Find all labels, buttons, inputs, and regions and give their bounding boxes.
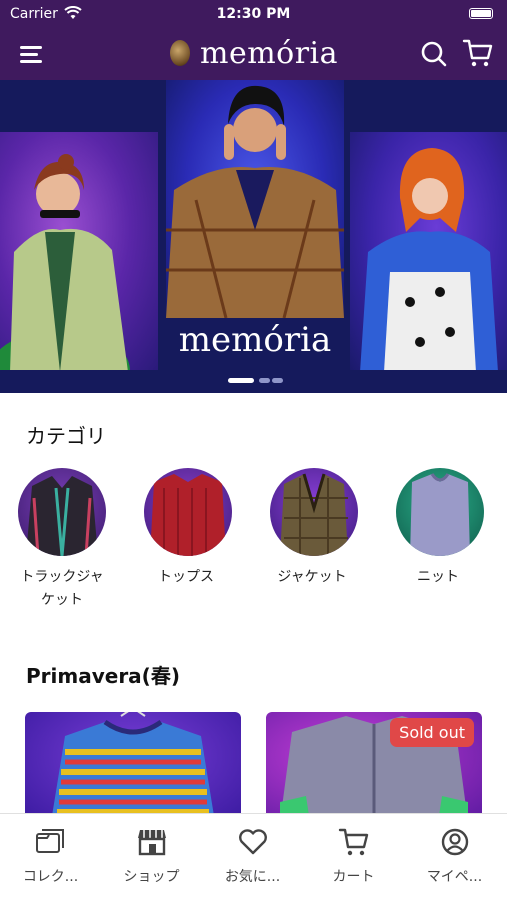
category-image (270, 468, 358, 556)
categories-title: カテゴリ (26, 424, 106, 448)
category-label: トップス (158, 569, 214, 585)
product-card[interactable] (25, 712, 241, 822)
brand-logo[interactable]: memória (168, 36, 348, 72)
category-label: ジャケット (277, 569, 347, 585)
search-icon[interactable] (420, 40, 448, 68)
tab-bar: コレク... ショップ お気に... カート マイペ... (0, 813, 507, 901)
banner-carousel[interactable]: memória (0, 80, 507, 393)
tab-label: お気に... (224, 869, 281, 885)
cart-icon[interactable] (462, 38, 494, 68)
cart-icon (338, 828, 369, 856)
tab-label: カート (332, 869, 375, 885)
heart-icon (239, 829, 267, 855)
product-image (51, 712, 215, 822)
tab-mypage[interactable]: マイペ... (404, 814, 505, 901)
status-bar: Carrier 12:30 PM (0, 0, 507, 28)
pager-dot-active[interactable] (228, 378, 254, 383)
shop-icon (138, 830, 166, 856)
pager-dot[interactable] (259, 378, 270, 383)
banner-slide-center[interactable] (166, 80, 344, 318)
category-label: ニット (417, 569, 459, 585)
collection-title: Primavera(春) (26, 664, 180, 688)
category-image (396, 468, 484, 556)
category-image (18, 468, 106, 556)
collection-icon (36, 829, 64, 853)
tab-label: コレク... (22, 869, 79, 885)
nav-bar: memória (0, 28, 507, 80)
banner-slide-right[interactable] (350, 132, 507, 370)
tab-collection[interactable]: コレク... (0, 814, 101, 901)
menu-icon[interactable] (20, 44, 44, 64)
tab-label: ショップ (123, 869, 180, 885)
sold-out-badge: Sold out (390, 718, 474, 747)
brand-name: memória (200, 36, 339, 71)
banner-caption: memória (178, 320, 332, 360)
banner-slide-left[interactable] (0, 132, 158, 370)
battery-icon (469, 8, 493, 19)
pager-dot[interactable] (272, 378, 283, 383)
tab-label: マイペ... (426, 869, 483, 885)
category-image (144, 468, 232, 556)
product-card[interactable]: Sold out (266, 712, 482, 822)
tab-favorites[interactable]: お気に... (202, 814, 303, 901)
category-label: トラックジャケット (20, 569, 104, 608)
logo-mark-icon (170, 40, 190, 66)
status-time: 12:30 PM (216, 6, 291, 22)
tab-shop[interactable]: ショップ (101, 814, 202, 901)
account-icon (441, 828, 469, 856)
tab-cart[interactable]: カート (303, 814, 404, 901)
